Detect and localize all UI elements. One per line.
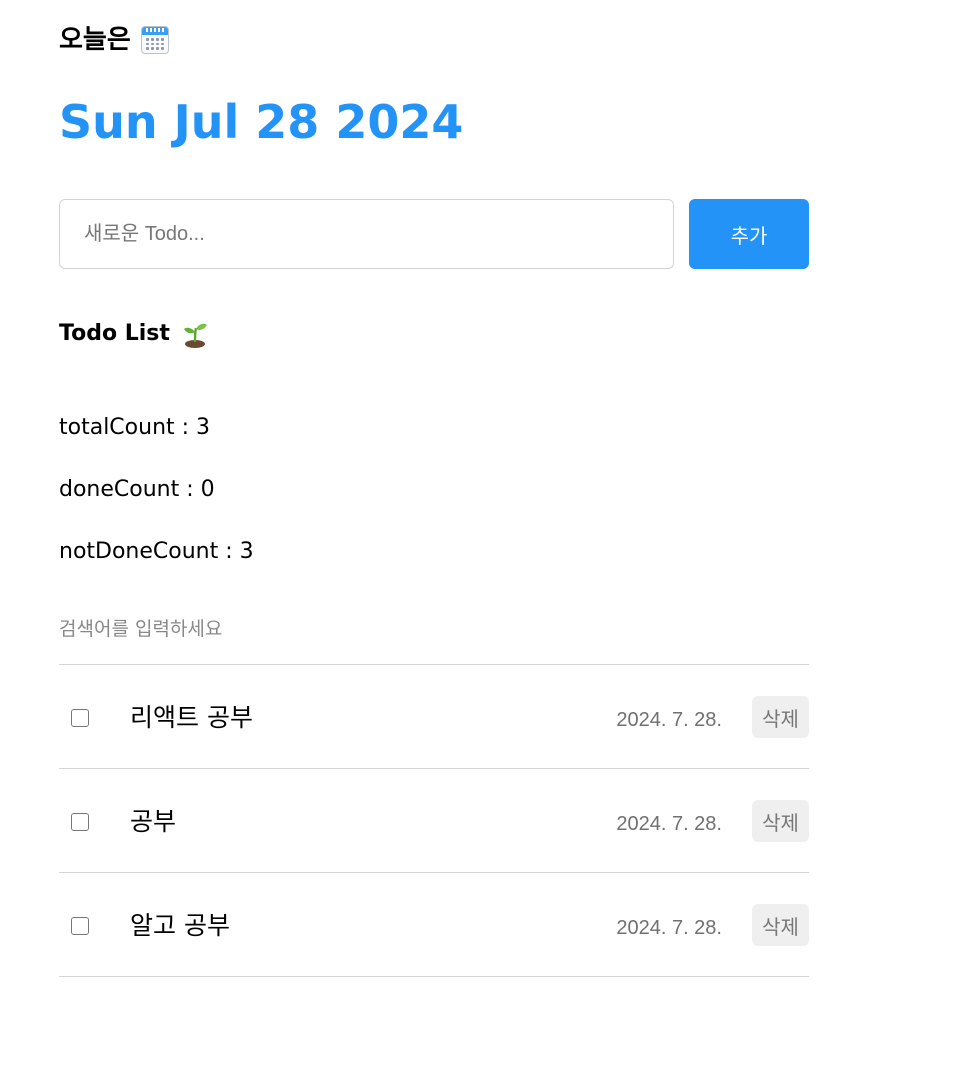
todo-date: 2024. 7. 28.	[616, 813, 722, 835]
delete-button[interactable]: 삭제	[752, 696, 809, 738]
todo-list: 리액트 공부 2024. 7. 28. 삭제 공부 2024. 7. 28. 삭…	[59, 664, 809, 977]
search-input[interactable]	[59, 612, 809, 646]
todo-date: 2024. 7. 28.	[616, 709, 722, 731]
todo-content: 리액트 공부	[130, 703, 253, 732]
todo-list-title: Todo List	[59, 321, 170, 346]
todo-date: 2024. 7. 28.	[616, 917, 722, 939]
todo-checkbox[interactable]	[71, 813, 89, 831]
todo-item: 공부 2024. 7. 28. 삭제	[59, 769, 809, 873]
done-count: doneCount : 0	[59, 477, 215, 502]
todo-list-title-row: Todo List	[59, 318, 208, 350]
todo-content: 공부	[130, 807, 177, 836]
todo-item: 리액트 공부 2024. 7. 28. 삭제	[59, 665, 809, 769]
todo-checkbox[interactable]	[71, 917, 89, 935]
header-label-row: 오늘은	[59, 22, 169, 58]
not-done-count: notDoneCount : 3	[59, 539, 254, 564]
todo-item: 알고 공부 2024. 7. 28. 삭제	[59, 873, 809, 977]
calendar-icon	[140, 26, 169, 54]
today-label: 오늘은	[59, 25, 131, 55]
todo-checkbox[interactable]	[71, 709, 89, 727]
todo-content: 알고 공부	[130, 911, 230, 940]
add-button[interactable]: 추가	[689, 199, 809, 269]
delete-button[interactable]: 삭제	[752, 904, 809, 946]
total-count: totalCount : 3	[59, 415, 211, 440]
sprout-icon	[183, 323, 207, 348]
current-date: Sun Jul 28 2024	[59, 95, 464, 149]
new-todo-input[interactable]	[59, 199, 674, 269]
delete-button[interactable]: 삭제	[752, 800, 809, 842]
todo-editor: 추가	[59, 199, 809, 269]
